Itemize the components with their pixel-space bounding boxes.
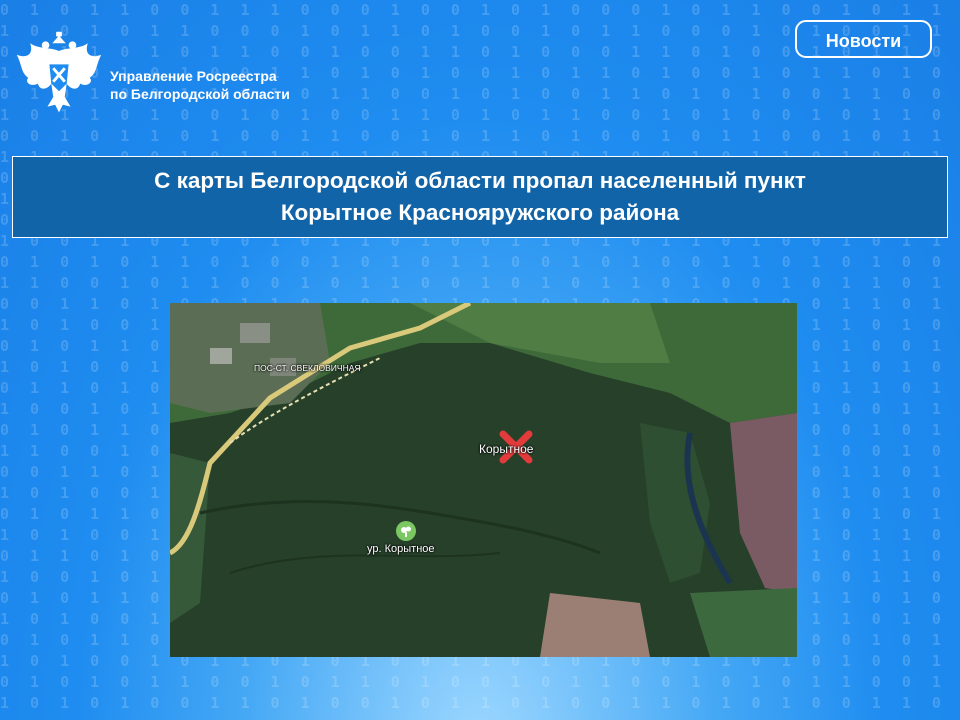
org-name-line2: по Белгородской области (110, 86, 290, 102)
double-headed-eagle-icon (16, 31, 102, 113)
headline-line2: Корытное Краснояружского района (280, 200, 680, 225)
organization-name: Управление Росреестра по Белгородской об… (110, 67, 290, 103)
settlement-label: пос-ст. свекловичная (254, 363, 361, 373)
village-label: Корытное (479, 442, 534, 456)
tree-icon (396, 521, 416, 541)
headline-box: С карты Белгородской области пропал насе… (12, 156, 948, 238)
map-terrain (170, 303, 797, 657)
news-button[interactable]: Новости (795, 20, 932, 58)
org-name-line1: Управление Росреестра (110, 68, 277, 84)
tract-label: ур. Корытное (367, 543, 435, 555)
satellite-map: пос-ст. свекловичная Корытное ур. Корытн… (170, 303, 797, 657)
headline-line1: С карты Белгородской области пропал насе… (154, 168, 806, 193)
